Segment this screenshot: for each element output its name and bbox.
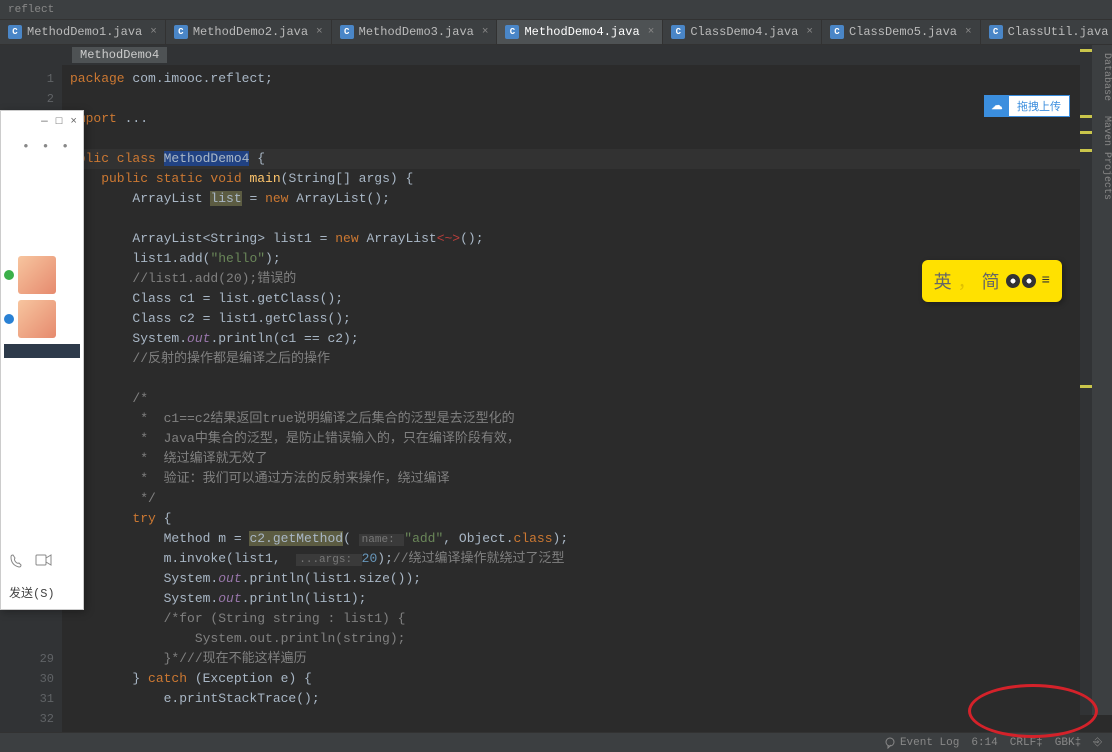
chat-titlebar: — □ × (1, 111, 83, 133)
menu-icon[interactable]: ≡ (1042, 273, 1050, 289)
top-tool-row: reflect (0, 0, 1112, 20)
lock-icon[interactable]: ⎆ (1093, 737, 1102, 749)
close-icon[interactable]: × (150, 26, 157, 38)
status-dot-icon (4, 314, 14, 324)
ime-lang-en[interactable]: 英 (934, 268, 952, 294)
tab-methoddemo2[interactable]: CMethodDemo2.java× (166, 20, 332, 44)
java-class-icon: C (671, 25, 685, 39)
file-encoding[interactable]: GBK‡ (1055, 737, 1081, 749)
contact-row[interactable] (4, 256, 80, 294)
avatar (18, 300, 56, 338)
close-icon[interactable]: × (70, 116, 77, 128)
minimize-icon[interactable]: — (41, 116, 48, 128)
java-class-icon: C (830, 25, 844, 39)
java-class-icon: C (340, 25, 354, 39)
video-icon[interactable] (35, 553, 53, 567)
code-content[interactable]: package com.imooc.reflect; import ... ub… (62, 65, 1112, 735)
editor[interactable]: 122930313233 package com.imooc.reflect; … (0, 65, 1112, 735)
tab-methoddemo1[interactable]: CMethodDemo1.java× (0, 20, 166, 44)
status-bar: Event Log 6:14 CRLF‡ GBK‡ ⎆ (0, 732, 1112, 752)
chat-overlay-window[interactable]: — □ × • • • 发送(S) (0, 110, 84, 610)
ime-lang-simplified[interactable]: 简 (982, 268, 1000, 294)
sidebar-item-maven[interactable]: Maven Projects (1092, 116, 1112, 200)
phone-icon[interactable] (9, 553, 25, 569)
status-dot-icon (4, 270, 14, 280)
tab-methoddemo4[interactable]: CMethodDemo4.java× (497, 20, 663, 44)
more-icon[interactable]: • • • (1, 133, 83, 160)
bubble-icon (884, 737, 896, 749)
close-icon[interactable]: × (482, 26, 489, 38)
ime-floating-bar[interactable]: 英 ， 简 ≡ (922, 260, 1062, 302)
maximize-icon[interactable]: □ (56, 116, 63, 128)
tab-classutil[interactable]: CClassUtil.java× (981, 20, 1112, 44)
close-icon[interactable]: × (806, 26, 813, 38)
chat-toolbar (9, 553, 53, 569)
java-class-icon: C (174, 25, 188, 39)
tab-methoddemo3[interactable]: CMethodDemo3.java× (332, 20, 498, 44)
breadcrumb-item[interactable]: MethodDemo4 (72, 47, 167, 63)
cloud-icon: ☁ (985, 96, 1009, 116)
upload-widget[interactable]: ☁ 拖拽上传 (984, 95, 1070, 117)
avatar (18, 256, 56, 294)
java-class-icon: C (8, 25, 22, 39)
cursor-position: 6:14 (971, 737, 997, 749)
sidebar-item-database[interactable]: Database (1092, 53, 1112, 101)
contact-row[interactable] (4, 344, 80, 358)
close-icon[interactable]: × (316, 26, 323, 38)
tab-classdemo4[interactable]: CClassDemo4.java× (663, 20, 822, 44)
tab-classdemo5[interactable]: CClassDemo5.java× (822, 20, 981, 44)
line-separator[interactable]: CRLF‡ (1010, 737, 1043, 749)
java-class-icon: C (505, 25, 519, 39)
close-icon[interactable]: × (648, 26, 655, 38)
right-tool-sidebar: Database Maven Projects (1092, 45, 1112, 715)
breadcrumb: MethodDemo4 (0, 45, 1112, 65)
java-class-icon: C (989, 25, 1003, 39)
close-icon[interactable]: × (965, 26, 972, 38)
send-button[interactable]: 发送(S) (9, 584, 55, 601)
contact-row[interactable] (4, 300, 80, 338)
error-stripe[interactable] (1080, 45, 1092, 715)
minion-icon (1006, 274, 1036, 288)
editor-tabs: CMethodDemo1.java× CMethodDemo2.java× CM… (0, 20, 1112, 45)
event-log-button[interactable]: Event Log (884, 737, 959, 749)
